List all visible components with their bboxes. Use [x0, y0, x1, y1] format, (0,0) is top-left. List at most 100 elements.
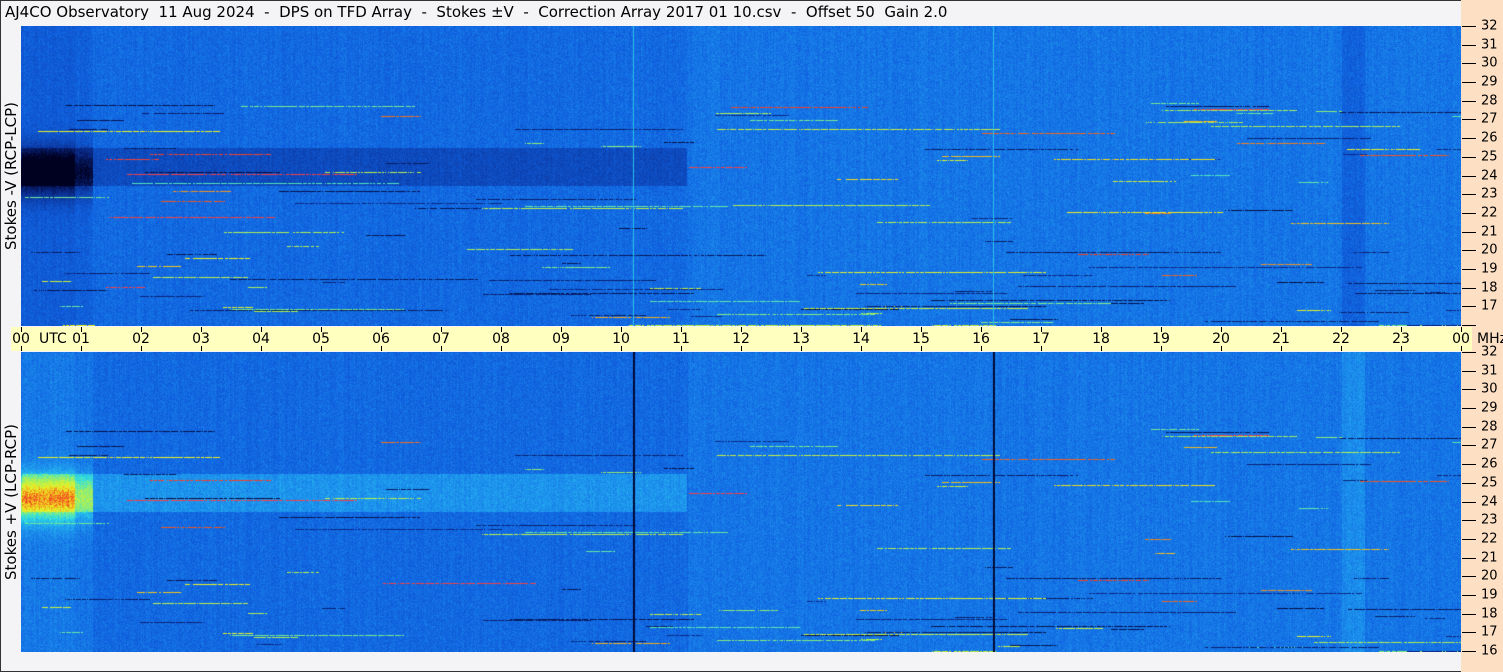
time-tick	[1461, 327, 1462, 332]
time-tick	[681, 327, 682, 332]
freq-tick	[1462, 288, 1476, 289]
freq-tick-label: 24	[1481, 494, 1498, 509]
time-tick	[1461, 346, 1462, 351]
freq-tick-label: 31	[1481, 363, 1498, 379]
freq-tick	[1462, 427, 1476, 428]
time-tick	[681, 346, 682, 351]
freq-tick-label: 29	[1481, 400, 1498, 416]
time-tick	[1161, 327, 1162, 332]
time-tick	[501, 346, 502, 351]
time-tick	[1101, 346, 1102, 351]
time-tick	[801, 346, 802, 351]
time-tick	[1101, 327, 1102, 332]
time-tick-label: 15	[912, 331, 930, 347]
freq-tick	[1462, 101, 1476, 102]
freq-tick	[1462, 632, 1476, 633]
time-tick	[741, 346, 742, 351]
time-tick-label: 01	[72, 331, 90, 347]
freq-tick-label: 19	[1481, 587, 1498, 603]
time-tick	[141, 346, 142, 351]
time-tick-label: 02	[132, 331, 150, 347]
spectrogram-stokes-plus-v	[21, 352, 1461, 652]
time-tick	[81, 327, 82, 332]
time-tick-label: 22	[1332, 331, 1350, 347]
freq-tick-label: 21	[1481, 224, 1498, 240]
time-tick-label: 05	[312, 331, 330, 347]
freq-tick-label: 30	[1481, 55, 1498, 71]
freq-tick-label: 32	[1481, 344, 1498, 360]
time-tick	[921, 327, 922, 332]
chart-title: AJ4CO Observatory 11 Aug 2024 - DPS on T…	[5, 3, 948, 21]
time-tick	[621, 346, 622, 351]
time-tick	[1041, 327, 1042, 332]
freq-tick	[1462, 651, 1476, 652]
time-tick	[1221, 327, 1222, 332]
freq-tick-label: 16	[1481, 643, 1498, 659]
freq-tick	[1462, 352, 1476, 353]
freq-tick-label: 23	[1481, 186, 1498, 202]
time-tick	[741, 327, 742, 332]
freq-tick	[1462, 520, 1476, 521]
freq-tick	[1462, 306, 1476, 307]
freq-tick	[1462, 176, 1476, 177]
freq-tick	[1462, 614, 1476, 615]
time-tick-label: 08	[492, 331, 510, 347]
time-tick	[1281, 327, 1282, 332]
time-tick	[201, 346, 202, 351]
time-tick-label: 09	[552, 331, 570, 347]
time-tick	[81, 346, 82, 351]
time-tick	[321, 346, 322, 351]
freq-tick-label: 32	[1481, 18, 1498, 34]
time-tick	[981, 346, 982, 351]
freq-tick-label: 28	[1481, 419, 1498, 435]
time-tick	[381, 346, 382, 351]
freq-tick	[1462, 464, 1476, 465]
freq-tick-label: 23	[1481, 512, 1498, 528]
time-tick	[441, 327, 442, 332]
time-tick	[1041, 346, 1042, 351]
time-tick-label: 23	[1392, 331, 1410, 347]
time-tick-label: 03	[192, 331, 210, 347]
time-tick-label: 00	[1452, 331, 1470, 347]
time-axis: 00 01 02 03 04 05 06 07 08 09 10 11 12 13 14 15 16 17 18 19…	[11, 327, 1472, 351]
freq-tick	[1462, 138, 1476, 139]
freq-tick-label: 24	[1481, 168, 1498, 183]
freq-tick-label: 29	[1481, 74, 1498, 90]
freq-tick	[1462, 63, 1476, 64]
freq-tick	[1462, 119, 1476, 120]
freq-tick-label: 22	[1481, 205, 1498, 221]
freq-tick	[1462, 371, 1476, 372]
time-tick-label: 17	[1032, 331, 1050, 347]
time-tick	[1161, 346, 1162, 351]
freq-tick	[1462, 595, 1476, 596]
freq-tick-label: 17	[1481, 298, 1498, 314]
time-tick	[921, 346, 922, 351]
freq-tick	[1462, 194, 1476, 195]
time-tick	[561, 346, 562, 351]
time-tick-label: 10	[612, 331, 630, 347]
freq-tick-label: 20	[1481, 242, 1498, 258]
time-tick	[21, 346, 22, 351]
freq-tick	[1462, 502, 1476, 503]
bottom-panel-label: Stokes +V (LCP-RCP)	[2, 424, 20, 580]
time-tick-label: 14	[852, 331, 870, 347]
time-tick	[441, 346, 442, 351]
time-tick	[981, 327, 982, 332]
freq-tick	[1462, 325, 1476, 326]
time-tick-label: 07	[432, 331, 450, 347]
time-tick	[1401, 346, 1402, 351]
time-tick-label: 11	[672, 331, 690, 347]
time-tick-label: 16	[972, 331, 990, 347]
freq-tick-label: 27	[1481, 437, 1498, 453]
time-tick	[501, 327, 502, 332]
freq-tick	[1462, 408, 1476, 409]
time-tick-label: 19	[1152, 331, 1170, 347]
freq-tick-label: 21	[1481, 550, 1498, 566]
freq-tick-label: 25	[1481, 475, 1498, 491]
freq-tick	[1462, 445, 1476, 446]
freq-tick-label: 30	[1481, 381, 1498, 397]
utc-label: UTC	[39, 331, 67, 347]
top-panel-label: Stokes -V (RCP-LCP)	[2, 102, 20, 250]
time-tick-label: 06	[372, 331, 390, 347]
freq-tick-label: 20	[1481, 568, 1498, 584]
